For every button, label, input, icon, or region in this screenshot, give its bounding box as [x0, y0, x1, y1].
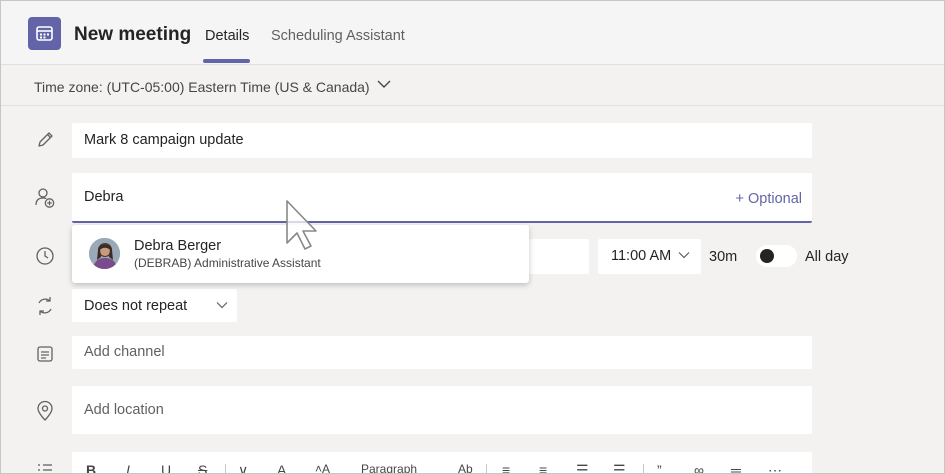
- calendar-icon: [28, 17, 61, 50]
- toolbar-divider: [643, 464, 644, 473]
- underline-icon[interactable]: U: [161, 462, 171, 473]
- chevron-down-icon: [678, 252, 690, 259]
- page-title: New meeting: [74, 24, 192, 45]
- attendees-input[interactable]: Debra + Optional: [72, 173, 812, 223]
- channel-input[interactable]: Add channel: [72, 336, 812, 369]
- meeting-header: New meeting Details Scheduling Assistant: [1, 1, 944, 65]
- more-options-icon[interactable]: ⋯: [768, 462, 782, 473]
- optional-attendees-link[interactable]: + Optional: [735, 191, 802, 207]
- font-size-icon[interactable]: ˄A: [315, 462, 330, 473]
- suggestion-detail: (DEBRAB) Administrative Assistant: [134, 256, 321, 270]
- duration-label: 30m: [709, 249, 738, 265]
- end-date-input[interactable]: [521, 239, 589, 274]
- all-day-toggle[interactable]: [756, 245, 797, 267]
- all-day-label: All day: [805, 249, 849, 265]
- mouse-cursor-icon: [286, 200, 317, 250]
- toolbar-divider: [225, 464, 226, 473]
- repeat-icon: [38, 297, 52, 315]
- details-list-icon: [38, 464, 52, 471]
- numbered-list-icon[interactable]: ☰: [613, 462, 626, 473]
- tab-scheduling-assistant[interactable]: Scheduling Assistant: [271, 28, 405, 44]
- strikethrough-icon[interactable]: S: [198, 462, 207, 473]
- meeting-title-input[interactable]: Mark 8 campaign update: [72, 123, 812, 158]
- repeat-select[interactable]: Does not repeat: [72, 289, 237, 322]
- attendees-value: Debra: [84, 189, 124, 205]
- indent-icon[interactable]: ≡: [539, 462, 547, 473]
- add-person-icon: [35, 188, 55, 208]
- pencil-icon: [38, 132, 53, 147]
- location-placeholder: Add location: [84, 402, 164, 418]
- repeat-value: Does not repeat: [84, 298, 188, 314]
- chevron-down-icon: [377, 80, 391, 88]
- link-icon[interactable]: ∞: [694, 462, 704, 473]
- new-meeting-window: New meeting Details Scheduling Assistant…: [0, 0, 945, 474]
- active-tab-indicator: [203, 59, 250, 63]
- end-time-select[interactable]: 11:00 AM: [598, 239, 701, 274]
- bullet-list-icon[interactable]: ☰: [576, 462, 589, 473]
- paragraph-select[interactable]: Paragraph: [361, 462, 417, 473]
- highlight-icon[interactable]: ∨: [238, 462, 248, 473]
- location-input[interactable]: Add location: [72, 386, 812, 434]
- avatar: [89, 238, 120, 269]
- formatting-toolbar: B I U S ∨ A ˄A Paragraph Ab ≡ ≡ ☰ ☰ ” ∞ …: [72, 452, 812, 473]
- channel-placeholder: Add channel: [84, 344, 165, 360]
- timezone-selector[interactable]: Time zone: (UTC-05:00) Eastern Time (US …: [1, 65, 944, 106]
- channel-icon: [37, 346, 53, 362]
- meeting-title-value: Mark 8 campaign update: [84, 132, 244, 148]
- location-pin-icon: [37, 400, 53, 421]
- bold-icon[interactable]: B: [86, 462, 96, 473]
- clock-icon: [36, 247, 54, 265]
- clear-format-icon[interactable]: Ab: [458, 462, 473, 473]
- chevron-down-icon: [216, 302, 228, 309]
- horizontal-rule-icon[interactable]: ═: [731, 462, 741, 473]
- font-color-icon[interactable]: A: [277, 462, 286, 473]
- tab-details[interactable]: Details: [205, 28, 249, 44]
- timezone-label: Time zone: (UTC-05:00) Eastern Time (US …: [34, 79, 370, 95]
- end-time-value: 11:00 AM: [611, 248, 672, 264]
- toolbar-divider: [486, 464, 487, 473]
- quote-icon[interactable]: ”: [657, 462, 662, 473]
- outdent-icon[interactable]: ≡: [502, 462, 510, 473]
- suggestion-name: Debra Berger: [134, 238, 222, 254]
- toggle-knob: [760, 249, 774, 263]
- italic-icon[interactable]: I: [126, 462, 130, 473]
